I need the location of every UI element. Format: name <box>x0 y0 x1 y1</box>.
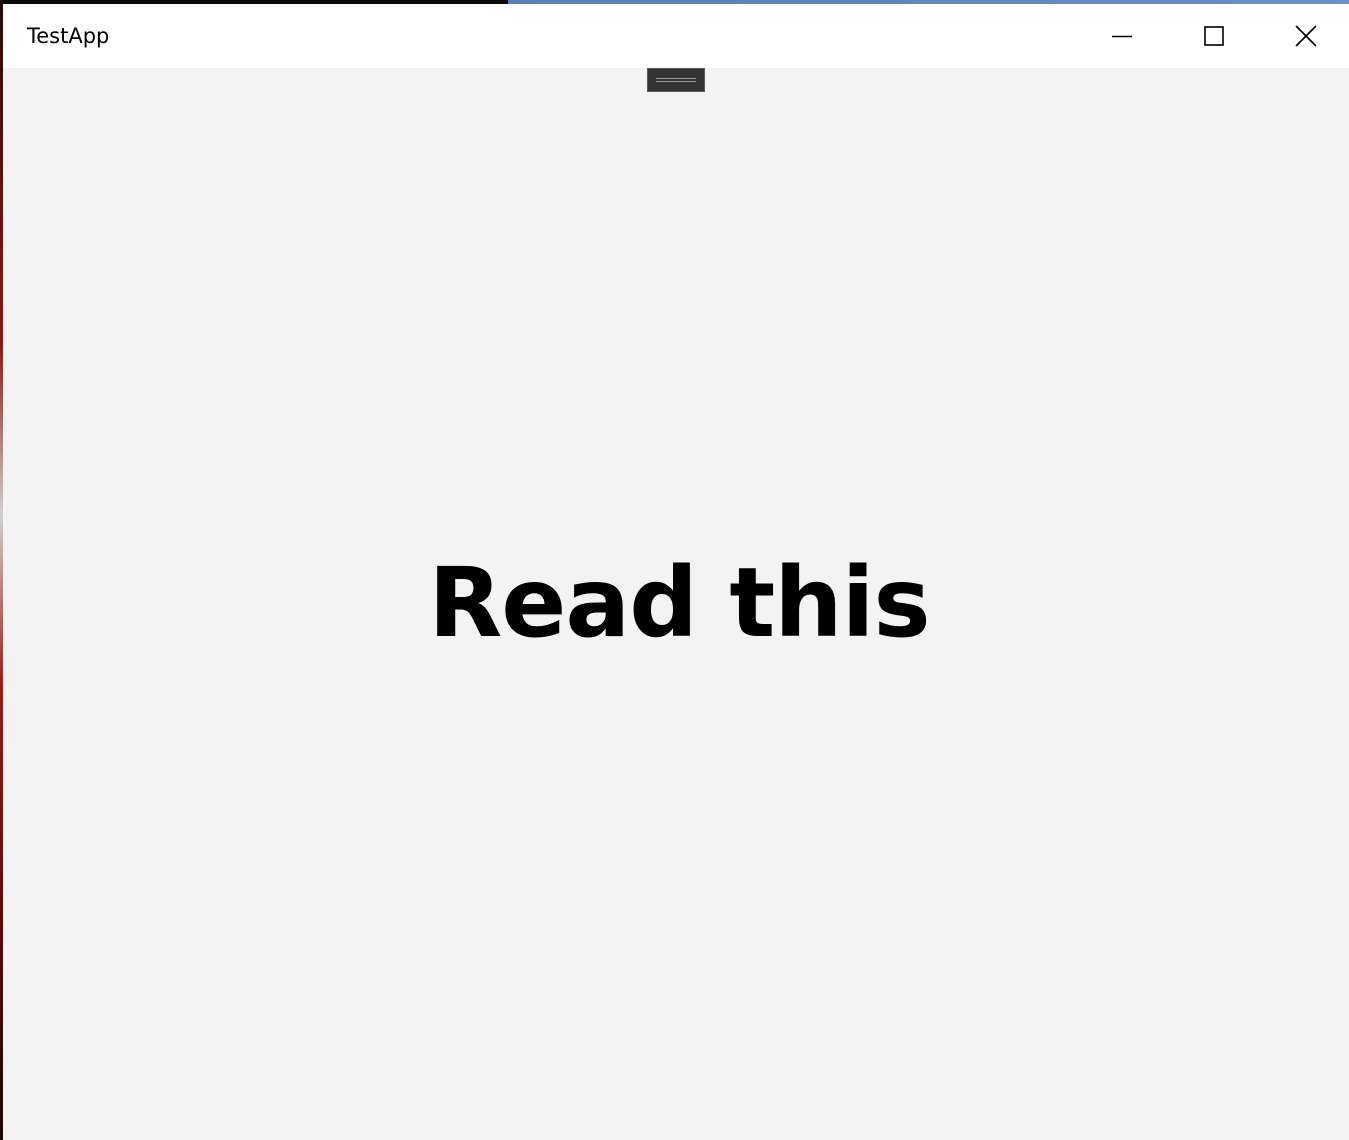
content-area: Read this <box>3 68 1349 1140</box>
app-window: TestApp Read this <box>3 4 1349 1140</box>
maximize-button[interactable] <box>1168 4 1260 68</box>
close-button[interactable] <box>1260 4 1349 68</box>
title-bar[interactable]: TestApp <box>3 4 1349 68</box>
window-title: TestApp <box>27 24 110 48</box>
minimize-button[interactable] <box>1076 4 1168 68</box>
maximize-icon <box>1204 26 1224 46</box>
main-heading: Read this <box>428 547 930 659</box>
close-icon <box>1295 25 1317 47</box>
minimize-icon <box>1112 35 1132 38</box>
